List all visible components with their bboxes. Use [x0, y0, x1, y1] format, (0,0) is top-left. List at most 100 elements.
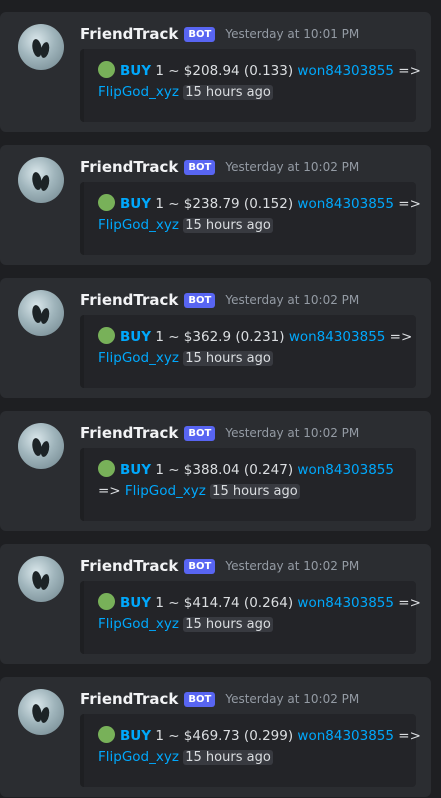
- action-label: BUY: [120, 196, 152, 212]
- message-header: FriendTrack BOT Yesterday at 10:02 PM: [80, 689, 359, 709]
- target-link[interactable]: FlipGod_xyz: [98, 616, 179, 632]
- user-link[interactable]: won84303855: [297, 196, 394, 212]
- embed: BUY 1 ~ $238.79 (0.152) won84303855 => F…: [80, 182, 421, 255]
- bot-badge: BOT: [184, 425, 216, 441]
- author-name[interactable]: FriendTrack: [80, 424, 178, 442]
- green-circle-icon: [98, 726, 115, 743]
- message-header: FriendTrack BOT Yesterday at 10:01 PM: [80, 24, 359, 44]
- timestamp[interactable]: Yesterday at 10:02 PM: [225, 559, 359, 573]
- trade-details: 1 ~ $208.94 (0.133): [151, 63, 298, 79]
- arrow-text: =>: [98, 483, 125, 499]
- time-ago: 15 hours ago: [183, 617, 273, 632]
- trade-details: 1 ~ $362.9 (0.231): [151, 329, 289, 345]
- embed: BUY 1 ~ $414.74 (0.264) won84303855 => F…: [80, 581, 421, 654]
- action-label: BUY: [120, 595, 152, 611]
- message: FriendTrack BOT Yesterday at 10:02 PM BU…: [0, 411, 431, 531]
- message-header: FriendTrack BOT Yesterday at 10:02 PM: [80, 290, 359, 310]
- target-link[interactable]: FlipGod_xyz: [98, 350, 179, 366]
- message: FriendTrack BOT Yesterday at 10:02 PM BU…: [0, 278, 431, 398]
- user-link[interactable]: won84303855: [289, 329, 386, 345]
- arrow-text: =>: [393, 196, 421, 212]
- embed: BUY 1 ~ $469.73 (0.299) won84303855 => F…: [80, 714, 421, 787]
- arrow-text: =>: [393, 63, 421, 79]
- time-ago: 15 hours ago: [183, 351, 273, 366]
- bot-badge: BOT: [184, 292, 216, 308]
- target-link[interactable]: FlipGod_xyz: [98, 84, 179, 100]
- embed-line: BUY 1 ~ $414.74 (0.264) won84303855 =>: [98, 593, 421, 613]
- time-ago: 15 hours ago: [183, 750, 273, 765]
- embed-line: FlipGod_xyz 15 hours ago: [98, 348, 273, 369]
- avatar-icon: [32, 571, 50, 590]
- bot-avatar[interactable]: [18, 290, 64, 336]
- timestamp[interactable]: Yesterday at 10:01 PM: [225, 27, 359, 41]
- embed-line: BUY 1 ~ $469.73 (0.299) won84303855 =>: [98, 726, 421, 746]
- target-link[interactable]: FlipGod_xyz: [98, 217, 179, 233]
- avatar-icon: [32, 704, 50, 723]
- embed-line: FlipGod_xyz 15 hours ago: [98, 215, 273, 236]
- bot-badge: BOT: [184, 558, 216, 574]
- user-link[interactable]: won84303855: [297, 462, 394, 478]
- timestamp[interactable]: Yesterday at 10:02 PM: [225, 426, 359, 440]
- message: FriendTrack BOT Yesterday at 10:02 PM BU…: [0, 145, 431, 265]
- embed-line: FlipGod_xyz 15 hours ago: [98, 614, 273, 635]
- action-label: BUY: [120, 329, 152, 345]
- bot-avatar[interactable]: [18, 24, 64, 70]
- author-name[interactable]: FriendTrack: [80, 25, 178, 43]
- message-header: FriendTrack BOT Yesterday at 10:02 PM: [80, 157, 359, 177]
- author-name[interactable]: FriendTrack: [80, 690, 178, 708]
- message: FriendTrack BOT Yesterday at 10:02 PM BU…: [0, 544, 431, 664]
- trade-details: 1 ~ $414.74 (0.264): [151, 595, 298, 611]
- bot-avatar[interactable]: [18, 689, 64, 735]
- green-circle-icon: [98, 61, 115, 78]
- embed-line: FlipGod_xyz 15 hours ago: [98, 747, 273, 768]
- target-link[interactable]: FlipGod_xyz: [98, 749, 179, 765]
- embed: BUY 1 ~ $388.04 (0.247) won84303855 => F…: [80, 448, 416, 521]
- arrow-text: =>: [385, 329, 413, 345]
- message: FriendTrack BOT Yesterday at 10:01 PM BU…: [0, 12, 431, 132]
- arrow-text: =>: [393, 728, 421, 744]
- message-header: FriendTrack BOT Yesterday at 10:02 PM: [80, 423, 359, 443]
- action-label: BUY: [120, 63, 152, 79]
- avatar-icon: [32, 438, 50, 457]
- message-feed: FriendTrack BOT Yesterday at 10:01 PM BU…: [0, 0, 441, 798]
- bot-avatar[interactable]: [18, 556, 64, 602]
- avatar-icon: [32, 39, 50, 58]
- user-link[interactable]: won84303855: [297, 595, 394, 611]
- action-label: BUY: [120, 462, 152, 478]
- timestamp[interactable]: Yesterday at 10:02 PM: [225, 692, 359, 706]
- author-name[interactable]: FriendTrack: [80, 158, 178, 176]
- embed-line: BUY 1 ~ $208.94 (0.133) won84303855 =>: [98, 61, 421, 81]
- green-circle-icon: [98, 593, 115, 610]
- time-ago: 15 hours ago: [183, 85, 273, 100]
- trade-details: 1 ~ $238.79 (0.152): [151, 196, 298, 212]
- target-link[interactable]: FlipGod_xyz: [125, 483, 206, 499]
- timestamp[interactable]: Yesterday at 10:02 PM: [225, 160, 359, 174]
- author-name[interactable]: FriendTrack: [80, 291, 178, 309]
- user-link[interactable]: won84303855: [297, 728, 394, 744]
- arrow-text: =>: [393, 595, 421, 611]
- user-link[interactable]: won84303855: [297, 63, 394, 79]
- bot-badge: BOT: [184, 691, 216, 707]
- bot-avatar[interactable]: [18, 157, 64, 203]
- embed: BUY 1 ~ $362.9 (0.231) won84303855 => Fl…: [80, 315, 416, 388]
- author-name[interactable]: FriendTrack: [80, 557, 178, 575]
- embed-line: FlipGod_xyz 15 hours ago: [98, 82, 273, 103]
- action-label: BUY: [120, 728, 152, 744]
- bot-badge: BOT: [184, 26, 216, 42]
- avatar-icon: [32, 305, 50, 324]
- message-header: FriendTrack BOT Yesterday at 10:02 PM: [80, 556, 359, 576]
- embed: BUY 1 ~ $208.94 (0.133) won84303855 => F…: [80, 49, 421, 122]
- trade-details: 1 ~ $388.04 (0.247): [151, 462, 298, 478]
- green-circle-icon: [98, 194, 115, 211]
- time-ago: 15 hours ago: [210, 484, 300, 499]
- embed-line: BUY 1 ~ $388.04 (0.247) won84303855: [98, 460, 394, 480]
- green-circle-icon: [98, 327, 115, 344]
- embed-line: BUY 1 ~ $362.9 (0.231) won84303855 =>: [98, 327, 412, 347]
- green-circle-icon: [98, 460, 115, 477]
- bot-avatar[interactable]: [18, 423, 64, 469]
- message: FriendTrack BOT Yesterday at 10:02 PM BU…: [0, 677, 431, 797]
- embed-line: => FlipGod_xyz 15 hours ago: [98, 481, 300, 502]
- timestamp[interactable]: Yesterday at 10:02 PM: [225, 293, 359, 307]
- time-ago: 15 hours ago: [183, 218, 273, 233]
- bot-badge: BOT: [184, 159, 216, 175]
